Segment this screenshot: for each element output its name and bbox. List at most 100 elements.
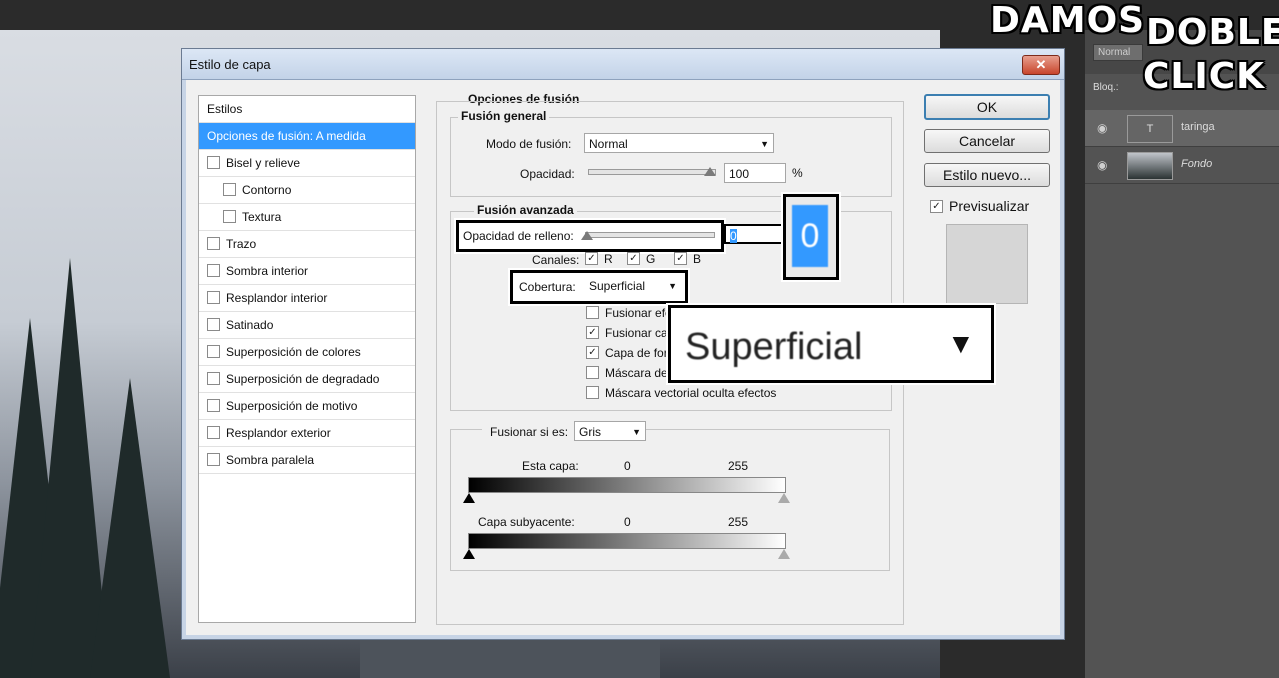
general-blend-legend: Fusión general xyxy=(458,109,550,123)
dialog-titlebar[interactable]: Estilo de capa ✕ xyxy=(182,49,1064,80)
preview-checkbox[interactable]: ✓ Previsualizar xyxy=(930,198,1029,214)
style-item-label: Resplandor exterior xyxy=(226,426,331,440)
checkbox-icon xyxy=(586,366,599,380)
channel-b[interactable]: ✓ B xyxy=(674,252,701,266)
style-item-label: Contorno xyxy=(242,183,292,197)
general-blend-group xyxy=(450,117,892,197)
style-item[interactable]: Opciones de fusión: A medida xyxy=(199,123,415,150)
style-item-label: Resplandor interior xyxy=(226,291,328,305)
fill-zoom-callout: 0 xyxy=(783,194,839,280)
checkbox-icon[interactable] xyxy=(207,291,220,305)
this-layer-max: 255 xyxy=(728,459,749,473)
blend-if-select[interactable]: Gris ▼ xyxy=(574,421,646,441)
style-item[interactable]: Resplandor interior xyxy=(199,285,415,312)
style-item-label: Trazo xyxy=(226,237,257,251)
style-item[interactable]: Contorno xyxy=(199,177,415,204)
layer-row-fondo[interactable]: ◉ Fondo xyxy=(1085,147,1279,184)
headline-click: CLICK xyxy=(1143,56,1266,97)
blend-if-label: Fusionar si es: xyxy=(490,425,569,439)
style-item-label: Superposición de colores xyxy=(226,345,361,359)
ok-button[interactable]: OK xyxy=(924,94,1050,120)
checkbox-icon[interactable] xyxy=(207,264,220,278)
fill-opacity-input[interactable]: 0 xyxy=(724,224,786,244)
this-layer-white-handle[interactable] xyxy=(778,493,790,503)
style-item[interactable]: Sombra paralela xyxy=(199,447,415,474)
blend-if-value: Gris xyxy=(579,425,601,439)
checkbox-icon[interactable] xyxy=(207,453,220,467)
eye-icon[interactable]: ◉ xyxy=(1097,121,1107,135)
checkbox-icon: ✓ xyxy=(586,326,599,340)
knockout-value: Superficial xyxy=(589,279,646,293)
checkbox-icon[interactable] xyxy=(223,183,236,197)
new-style-button[interactable]: Estilo nuevo... xyxy=(924,163,1050,187)
style-item[interactable]: Superposición de degradado xyxy=(199,366,415,393)
style-item-label: Satinado xyxy=(226,318,274,332)
this-layer-label: Esta capa: xyxy=(522,459,579,473)
fill-opacity-label: Opacidad de relleno: xyxy=(463,229,574,243)
eye-icon[interactable]: ◉ xyxy=(1097,158,1107,172)
advanced-option-label: Fusionar efe xyxy=(605,306,672,320)
preview-label: Previsualizar xyxy=(949,198,1030,214)
checkbox-icon[interactable] xyxy=(207,426,220,440)
checkbox-icon: ✓ xyxy=(930,199,943,213)
styles-list: Estilos Opciones de fusión: A medida Bise… xyxy=(198,95,416,623)
checkbox-icon[interactable] xyxy=(223,210,236,224)
blend-mode-select[interactable]: Normal ▼ xyxy=(584,133,774,153)
advanced-option-label: Máscara de c xyxy=(605,366,678,380)
opacity-slider-handle[interactable] xyxy=(704,167,716,176)
checkbox-icon: ✓ xyxy=(585,252,598,266)
checkbox-icon[interactable] xyxy=(207,318,220,332)
checkbox-icon[interactable] xyxy=(207,399,220,413)
opacity-input[interactable]: 100 xyxy=(724,163,786,183)
fill-opacity-value: 0 xyxy=(730,229,737,243)
headline-doble: DOBLE xyxy=(1146,12,1279,53)
channel-r[interactable]: ✓ R xyxy=(585,252,613,266)
this-layer-black-handle[interactable] xyxy=(463,493,475,503)
fill-opacity-slider-handle[interactable] xyxy=(581,231,593,240)
knockout-select[interactable]: Superficial ▼ xyxy=(585,276,681,296)
style-item[interactable]: Superposición de colores xyxy=(199,339,415,366)
blend-mode-select[interactable]: Normal xyxy=(1093,44,1143,61)
checkbox-icon[interactable] xyxy=(207,237,220,251)
underlying-layer-black-handle[interactable] xyxy=(463,549,475,559)
knockout-label: Cobertura: xyxy=(519,280,576,294)
layer-name: Fondo xyxy=(1181,158,1213,170)
advanced-option[interactable]: Fusionar efe xyxy=(586,306,672,320)
advanced-option-label: Fusionar cap xyxy=(605,326,675,340)
lock-label: Bloq.: xyxy=(1093,82,1119,93)
cancel-button[interactable]: Cancelar xyxy=(924,129,1050,153)
style-item[interactable]: Satinado xyxy=(199,312,415,339)
underlying-layer-gradient xyxy=(468,533,786,549)
advanced-option[interactable]: ✓ Capa de for xyxy=(586,346,668,360)
channel-g[interactable]: ✓ G xyxy=(627,252,655,266)
layer-row-taringa[interactable]: ◉ T taringa xyxy=(1085,110,1279,147)
style-preview-swatch xyxy=(946,224,1028,304)
image-layer-thumbnail xyxy=(1127,152,1173,180)
checkbox-icon[interactable] xyxy=(207,345,220,359)
fill-opacity-slider[interactable] xyxy=(585,232,715,238)
underlying-layer-white-handle[interactable] xyxy=(778,549,790,559)
dialog-title: Estilo de capa xyxy=(189,57,271,72)
styles-header[interactable]: Estilos xyxy=(199,96,415,123)
opacity-slider[interactable] xyxy=(588,169,716,175)
style-item[interactable]: Textura xyxy=(199,204,415,231)
style-item[interactable]: Bisel y relieve xyxy=(199,150,415,177)
style-item[interactable]: Superposición de motivo xyxy=(199,393,415,420)
style-item[interactable]: Sombra interior xyxy=(199,258,415,285)
text-layer-thumbnail: T xyxy=(1127,115,1173,143)
style-item[interactable]: Trazo xyxy=(199,231,415,258)
layers-panel: Normal Bloq.: ◉ T taringa ◉ Fondo xyxy=(1085,30,1279,678)
checkbox-icon: ✓ xyxy=(674,252,687,266)
style-item[interactable]: Resplandor exterior xyxy=(199,420,415,447)
close-button[interactable]: ✕ xyxy=(1022,55,1060,75)
advanced-option[interactable]: Máscara vectorial oculta efectos xyxy=(586,386,776,400)
fill-opacity-callout: Opacidad de relleno: xyxy=(456,220,724,252)
chevron-down-icon: ▼ xyxy=(760,139,769,149)
checkbox-icon[interactable] xyxy=(207,156,220,170)
checkbox-icon[interactable] xyxy=(207,372,220,386)
checkbox-icon xyxy=(586,386,599,400)
advanced-option[interactable]: ✓ Fusionar cap xyxy=(586,326,674,340)
advanced-option[interactable]: Máscara de c xyxy=(586,366,677,380)
chevron-down-icon: ▼ xyxy=(632,427,641,437)
underlying-layer-min: 0 xyxy=(624,515,631,529)
